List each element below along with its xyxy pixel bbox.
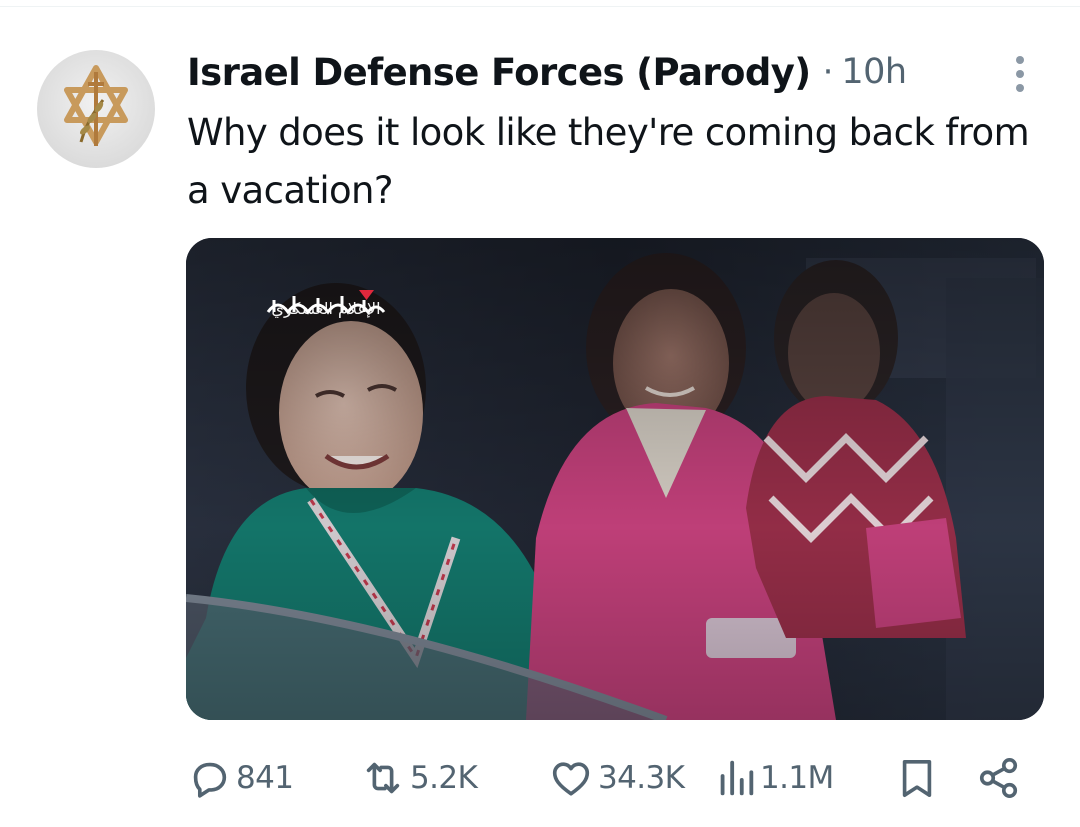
- header-separator: ·: [822, 52, 834, 92]
- views-icon: [720, 760, 754, 796]
- views-button[interactable]: 1.1M: [716, 750, 834, 806]
- repost-button[interactable]: 5.2K: [360, 750, 478, 806]
- like-count: 34.3K: [598, 760, 685, 796]
- watermark-text: الإعلام العسكري: [271, 299, 380, 319]
- bookmark-button[interactable]: [896, 750, 938, 806]
- idf-emblem-icon: [64, 65, 128, 146]
- heart-icon: [552, 762, 590, 796]
- author-avatar[interactable]: [37, 50, 155, 168]
- more-options-button[interactable]: [1004, 52, 1036, 96]
- repost-icon: [366, 762, 400, 794]
- top-divider: [0, 6, 1080, 7]
- views-count: 1.1M: [760, 760, 834, 796]
- like-button[interactable]: 34.3K: [548, 750, 685, 806]
- tweet-actions-bar: 841 5.2K 34.3K 1.1M: [186, 750, 1026, 806]
- tweet-timestamp[interactable]: 10h: [841, 52, 907, 92]
- share-button[interactable]: [976, 750, 1022, 806]
- tweet-header: Israel Defense Forces (Parody) · 10h: [187, 44, 907, 100]
- tweet-text: Why does it look like they're coming bac…: [187, 111, 1030, 212]
- repost-count: 5.2K: [410, 760, 478, 796]
- reply-button[interactable]: 841: [186, 750, 294, 806]
- reply-icon: [193, 762, 227, 798]
- bookmark-icon: [902, 759, 932, 797]
- tweet-media-photo[interactable]: الإعلام العسكري: [186, 238, 1044, 720]
- photo-image: الإعلام العسكري: [186, 238, 1044, 720]
- reply-count: 841: [236, 760, 294, 796]
- more-vertical-icon: [1016, 56, 1024, 92]
- author-name[interactable]: Israel Defense Forces (Parody): [187, 51, 811, 94]
- share-icon: [979, 757, 1018, 799]
